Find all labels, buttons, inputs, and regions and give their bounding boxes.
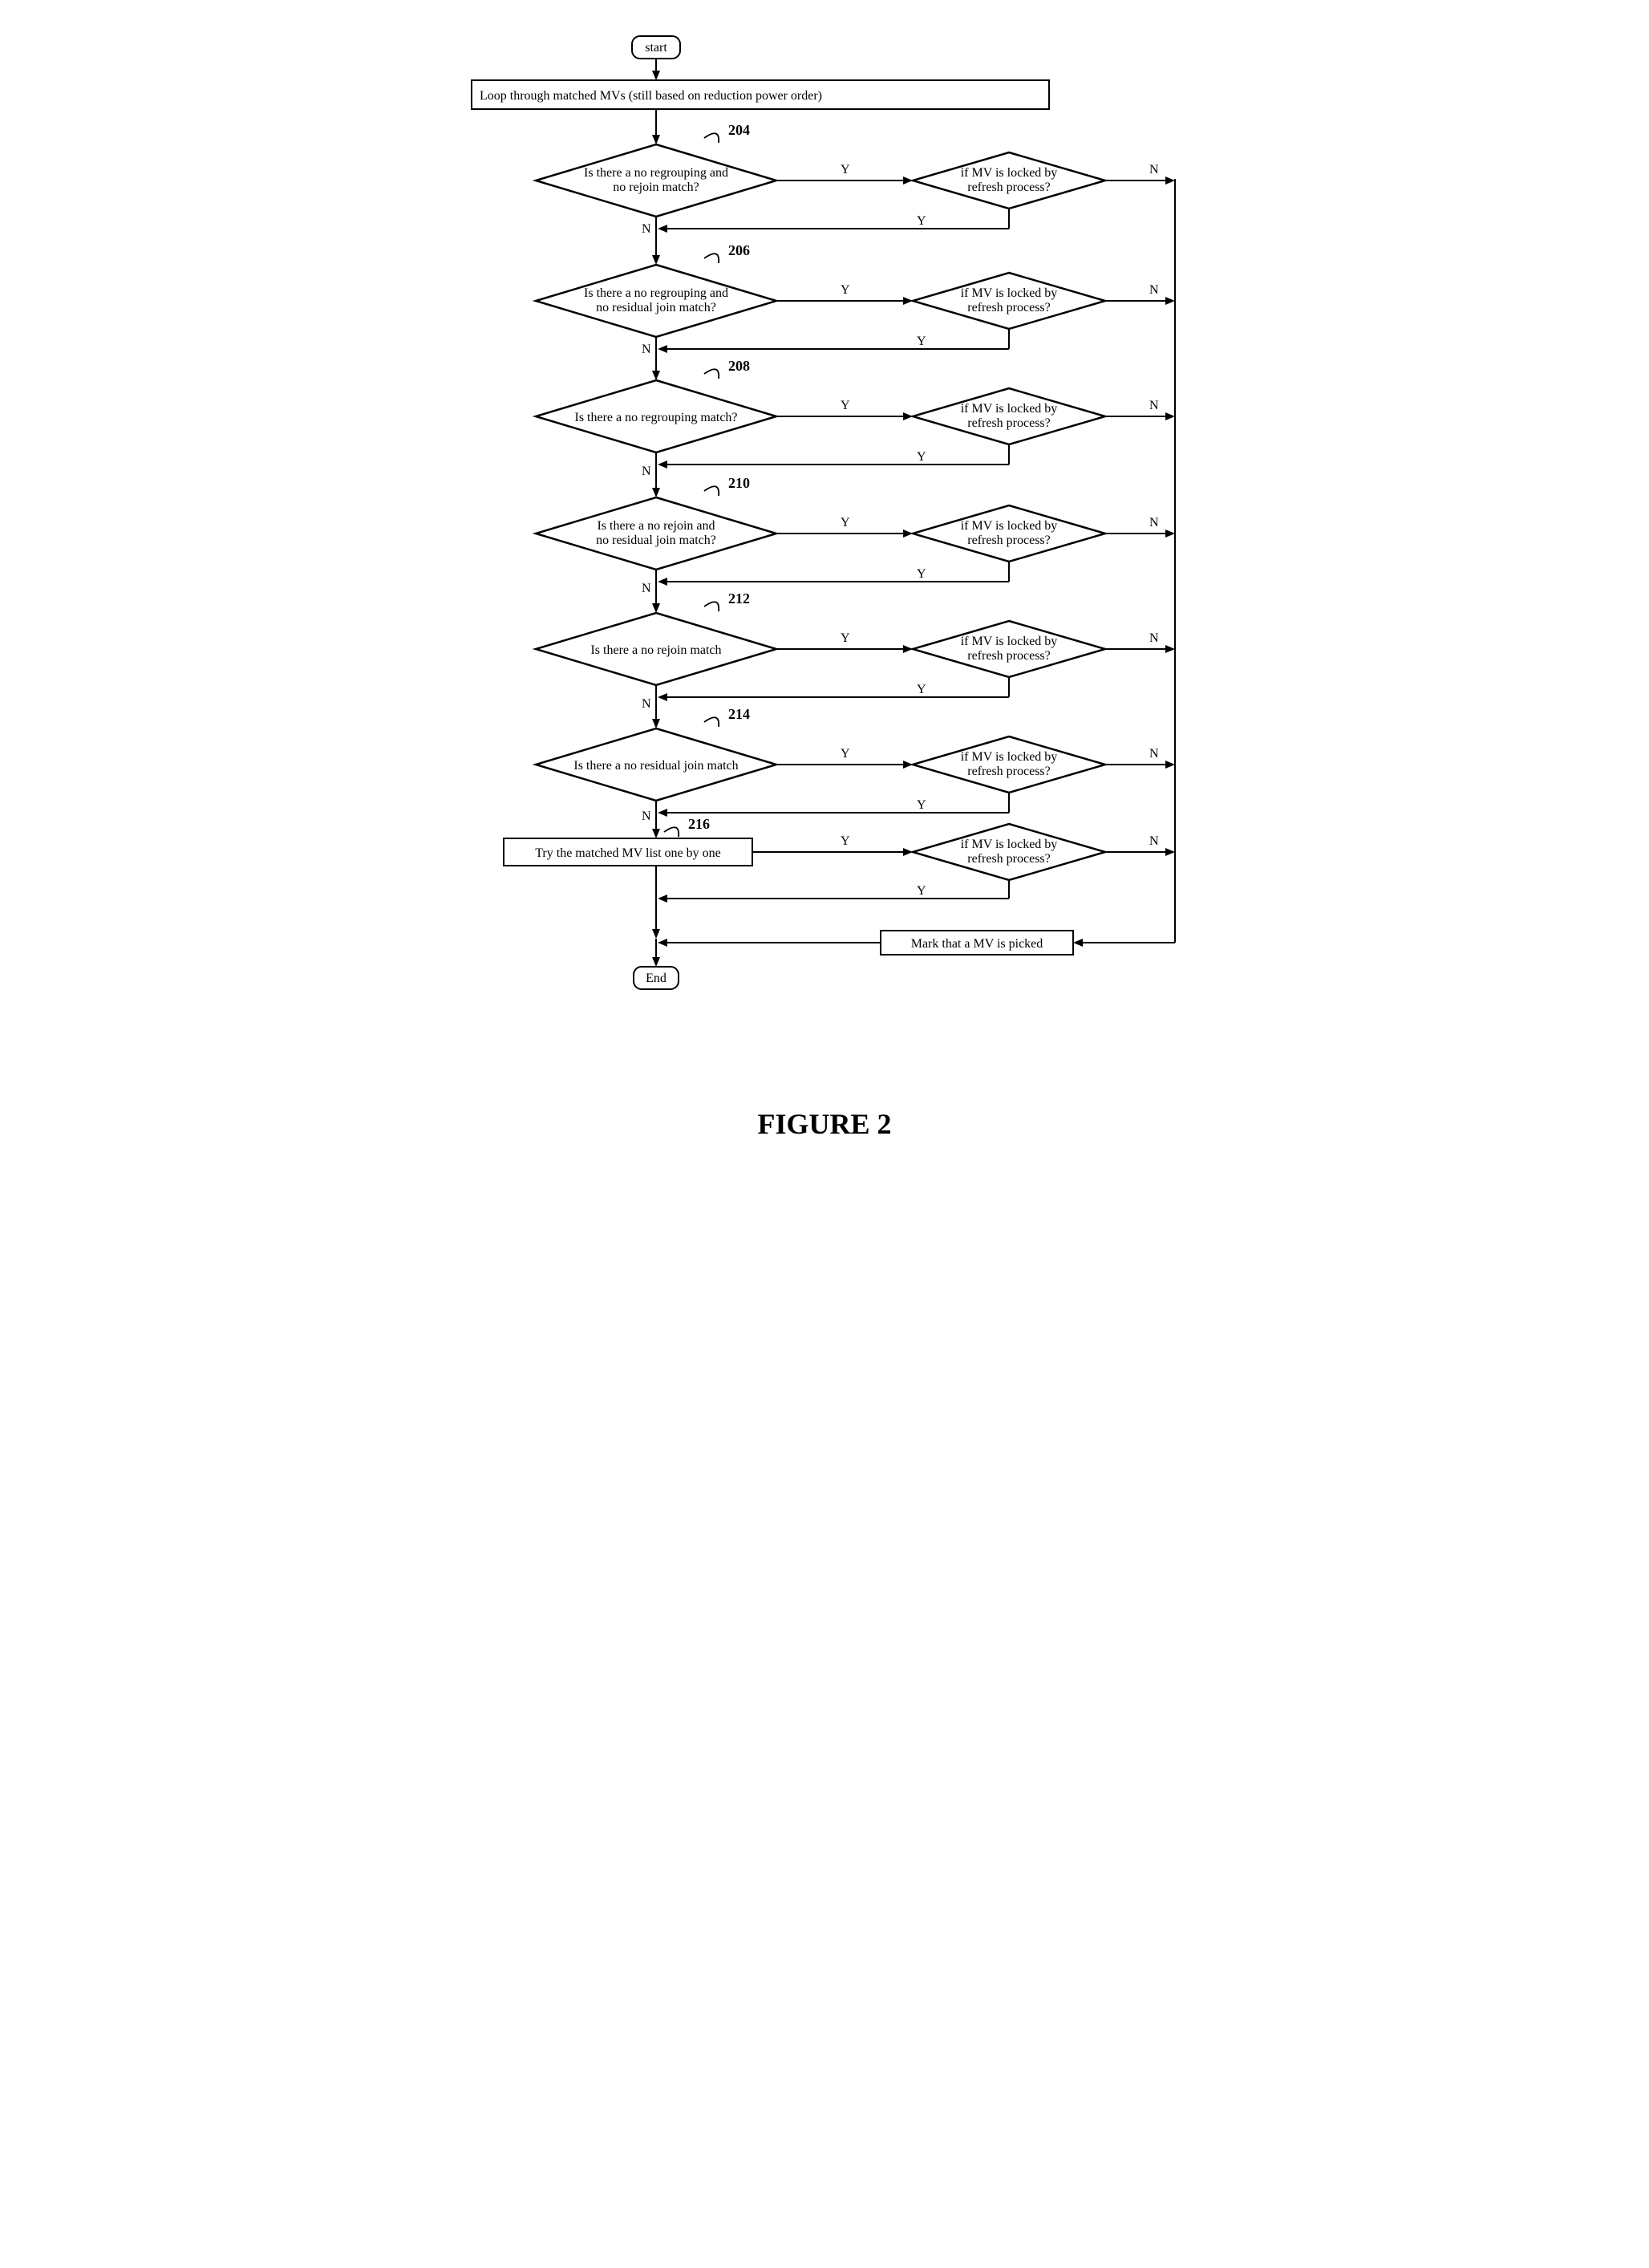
- svg-text:N: N: [1149, 399, 1159, 412]
- svg-text:Is there a no regrouping and: Is there a no regrouping and: [584, 286, 728, 300]
- svg-text:Y: Y: [917, 214, 926, 228]
- svg-text:start: start: [645, 41, 667, 55]
- svg-text:Y: Y: [917, 567, 926, 581]
- svg-text:Is there a no residual join ma: Is there a no residual join match: [573, 759, 738, 773]
- svg-text:204: 204: [728, 122, 750, 138]
- decision-204: Is there a no regrouping and no rejoin m…: [536, 144, 776, 217]
- svg-text:214: 214: [728, 706, 750, 722]
- decision-206: Is there a no regrouping and no residual…: [536, 265, 776, 337]
- svg-text:N: N: [642, 809, 651, 823]
- end-node: End: [634, 967, 679, 989]
- svg-text:Is there a no regrouping and: Is there a no regrouping and: [584, 166, 728, 180]
- locked-204: if MV is locked by refresh process?: [913, 152, 1105, 209]
- svg-text:Loop through matched MVs (sti: Loop through matched MVs (still based on…: [480, 89, 822, 103]
- svg-text:refresh process?: refresh process?: [967, 852, 1051, 866]
- svg-text:N: N: [642, 465, 651, 478]
- figure-caption: FIGURE 2: [32, 1107, 1617, 1141]
- svg-text:Is there a no rejoin and: Is there a no rejoin and: [597, 519, 715, 533]
- svg-text:210: 210: [728, 475, 750, 491]
- svg-text:End: End: [646, 972, 666, 985]
- decision-214: Is there a no residual join match: [536, 728, 776, 801]
- svg-text:if MV is locked by: if MV is locked by: [961, 838, 1058, 851]
- svg-text:refresh process?: refresh process?: [967, 416, 1051, 430]
- start-node: start: [632, 36, 680, 59]
- svg-text:if MV is locked by: if MV is locked by: [961, 166, 1058, 180]
- svg-text:Y: Y: [917, 335, 926, 348]
- svg-text:N: N: [1149, 516, 1159, 529]
- svg-text:if MV is locked by: if MV is locked by: [961, 402, 1058, 416]
- svg-text:Y: Y: [917, 683, 926, 696]
- svg-text:N: N: [642, 222, 651, 236]
- svg-text:refresh process?: refresh process?: [967, 534, 1051, 547]
- decision-208: Is there a no regrouping match?: [536, 380, 776, 452]
- locked-212: if MV is locked by refresh process?: [913, 621, 1105, 677]
- svg-text:N: N: [642, 343, 651, 356]
- svg-text:Y: Y: [917, 450, 926, 464]
- locked-208: if MV is locked by refresh process?: [913, 388, 1105, 444]
- svg-text:no rejoin match?: no rejoin match?: [613, 181, 699, 194]
- svg-text:refresh process?: refresh process?: [967, 181, 1051, 194]
- svg-text:if MV is locked by: if MV is locked by: [961, 635, 1058, 648]
- svg-text:N: N: [1149, 163, 1159, 176]
- svg-text:N: N: [1149, 834, 1159, 848]
- svg-text:Y: Y: [917, 798, 926, 812]
- locked-216: if MV is locked by refresh process?: [913, 824, 1105, 880]
- decision-212: Is there a no rejoin match: [536, 613, 776, 685]
- svg-text:216: 216: [688, 816, 710, 832]
- svg-text:Is there a no rejoin match: Is there a no rejoin match: [590, 643, 721, 657]
- svg-text:if MV is locked by: if MV is locked by: [961, 750, 1058, 764]
- svg-text:Mark that a MV is picked: Mark that a MV is picked: [911, 937, 1043, 951]
- svg-text:refresh process?: refresh process?: [967, 649, 1051, 663]
- svg-text:206: 206: [728, 242, 750, 258]
- svg-text:N: N: [1149, 747, 1159, 761]
- svg-text:Y: Y: [841, 399, 850, 412]
- svg-text:208: 208: [728, 358, 750, 374]
- svg-text:Try the matched MV list one by: Try the matched MV list one by one: [535, 846, 721, 860]
- svg-text:if MV is locked by: if MV is locked by: [961, 519, 1058, 533]
- svg-text:refresh process?: refresh process?: [967, 301, 1051, 314]
- svg-text:Is there a no regrouping match: Is there a no regrouping match?: [574, 411, 737, 424]
- svg-text:Y: Y: [841, 163, 850, 176]
- svg-text:Y: Y: [841, 747, 850, 761]
- svg-text:Y: Y: [841, 631, 850, 645]
- locked-210: if MV is locked by refresh process?: [913, 505, 1105, 562]
- svg-text:no residual join match?: no residual join match?: [596, 301, 716, 314]
- svg-text:N: N: [1149, 631, 1159, 645]
- svg-text:if MV is locked by: if MV is locked by: [961, 286, 1058, 300]
- svg-text:N: N: [642, 697, 651, 711]
- svg-text:no residual join match?: no residual join match?: [596, 534, 716, 547]
- svg-text:N: N: [1149, 283, 1159, 297]
- mark-process: Mark that a MV is picked: [881, 931, 1073, 955]
- svg-text:N: N: [642, 582, 651, 595]
- svg-text:refresh process?: refresh process?: [967, 765, 1051, 778]
- svg-text:Y: Y: [917, 884, 926, 898]
- svg-text:Y: Y: [841, 516, 850, 529]
- locked-206: if MV is locked by refresh process?: [913, 273, 1105, 329]
- locked-214: if MV is locked by refresh process?: [913, 736, 1105, 793]
- loop-process: Loop through matched MVs (still based on…: [472, 80, 1049, 109]
- svg-text:Y: Y: [841, 283, 850, 297]
- svg-text:212: 212: [728, 590, 750, 607]
- flowchart-diagram: start Loop through matched MVs (still ba…: [431, 32, 1218, 1075]
- process-216: Try the matched MV list one by one: [504, 838, 752, 866]
- decision-210: Is there a no rejoin and no residual joi…: [536, 497, 776, 570]
- svg-text:Y: Y: [841, 834, 850, 848]
